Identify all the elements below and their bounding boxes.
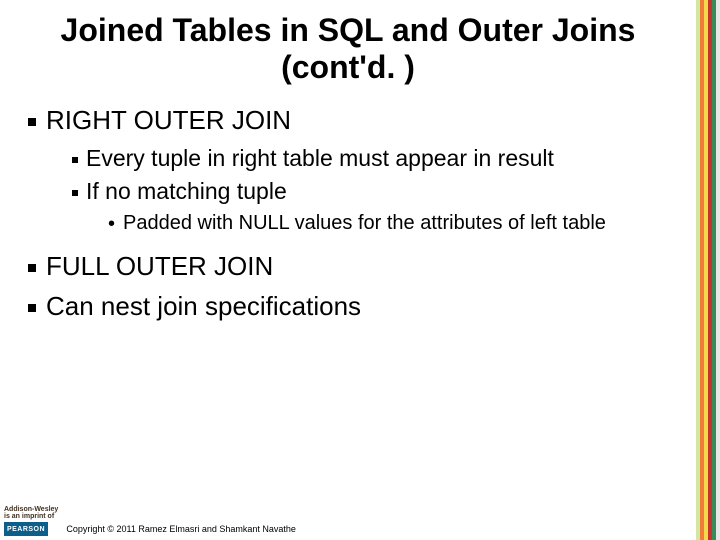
publisher-line: Addison-Wesley — [4, 506, 58, 514]
slide-body: Joined Tables in SQL and Outer Joins (co… — [0, 0, 696, 540]
list-item: RIGHT OUTER JOIN — [46, 104, 682, 137]
list-item: If no matching tuple — [86, 177, 682, 206]
publisher-line: is an imprint of — [4, 513, 54, 521]
decorative-color-strip — [696, 0, 720, 540]
list-item: Can nest join specifications — [46, 290, 682, 323]
list-item: FULL OUTER JOIN — [46, 250, 682, 283]
copyright-text: Copyright © 2011 Ramez Elmasri and Shamk… — [66, 524, 296, 534]
list-item: Every tuple in right table must appear i… — [86, 144, 682, 173]
footer: Addison-Wesley is an imprint of PEARSON … — [0, 500, 696, 540]
pearson-logo: PEARSON — [4, 522, 48, 536]
bullet-list: RIGHT OUTER JOIN Every tuple in right ta… — [14, 104, 682, 323]
list-item: Padded with NULL values for the attribut… — [122, 210, 682, 236]
slide-title: Joined Tables in SQL and Outer Joins (co… — [14, 12, 682, 86]
publisher-block: Addison-Wesley is an imprint of PEARSON — [4, 506, 58, 536]
